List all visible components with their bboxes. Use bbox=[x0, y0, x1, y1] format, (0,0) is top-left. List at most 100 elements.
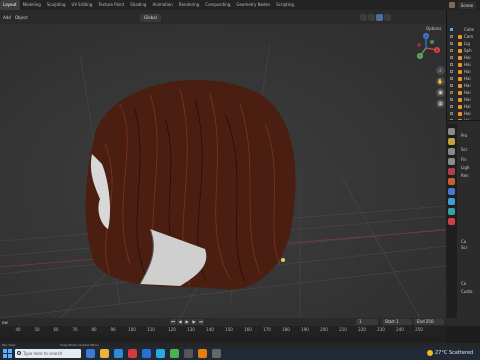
checkbox-icon[interactable] bbox=[450, 35, 453, 38]
view-layer-icon[interactable] bbox=[448, 158, 455, 165]
tab-layout[interactable]: Layout bbox=[0, 0, 20, 10]
rendered-shading-icon[interactable] bbox=[384, 14, 391, 21]
tool-icon[interactable] bbox=[448, 128, 455, 135]
frame-tick: 150 bbox=[225, 327, 233, 332]
outliner-row[interactable]: Sph bbox=[447, 47, 480, 54]
checkbox-icon[interactable] bbox=[450, 63, 453, 66]
app-icon[interactable] bbox=[156, 349, 165, 358]
outliner-row[interactable]: Hai bbox=[447, 110, 480, 117]
app-icon[interactable] bbox=[170, 349, 179, 358]
physics-icon[interactable] bbox=[448, 208, 455, 215]
checkbox-icon[interactable] bbox=[450, 98, 453, 101]
modifier-icon[interactable] bbox=[448, 188, 455, 195]
wireframe-shading-icon[interactable] bbox=[360, 14, 367, 21]
jump-start-icon[interactable]: ⏮ bbox=[170, 319, 176, 325]
timeline-ruler[interactable]: 40 50 60 70 80 90 100 110 120 130 140 15… bbox=[0, 326, 446, 334]
weather-widget[interactable]: 27°C Scattered bbox=[427, 347, 473, 360]
windows-start-icon[interactable] bbox=[3, 349, 12, 358]
object-icon bbox=[458, 63, 462, 67]
camera-view-icon[interactable]: ▣ bbox=[436, 88, 445, 97]
menu-object[interactable]: Object bbox=[15, 15, 28, 20]
app-icon[interactable] bbox=[212, 349, 221, 358]
next-key-icon[interactable]: ▶ bbox=[191, 319, 197, 325]
object-icon bbox=[458, 84, 462, 88]
tab-sculpting[interactable]: Sculpting bbox=[44, 0, 69, 10]
gizmo-neg-x-icon[interactable] bbox=[417, 43, 421, 47]
outliner-row[interactable]: Hai bbox=[447, 89, 480, 96]
solid-shading-icon[interactable] bbox=[368, 14, 375, 21]
checkbox-icon[interactable] bbox=[450, 49, 453, 52]
tab-animation[interactable]: Animation bbox=[149, 0, 175, 10]
checkbox-icon[interactable] bbox=[450, 42, 453, 45]
transform-orientation-dropdown[interactable]: Global bbox=[140, 14, 161, 22]
tab-scripting[interactable]: Scripting bbox=[273, 0, 297, 10]
frame-tick: 100 bbox=[128, 327, 136, 332]
checkbox-icon[interactable] bbox=[450, 105, 453, 108]
timeline-view-menu[interactable]: ew bbox=[2, 320, 8, 325]
hair-model[interactable] bbox=[85, 79, 296, 290]
tab-compositing[interactable]: Compositing bbox=[202, 0, 233, 10]
light-marker[interactable] bbox=[281, 258, 285, 262]
checkbox-icon[interactable] bbox=[450, 91, 453, 94]
perspective-toggle-icon[interactable]: ▦ bbox=[436, 99, 445, 108]
checkbox-icon[interactable] bbox=[450, 112, 453, 115]
particles-icon[interactable] bbox=[448, 198, 455, 205]
checkbox-icon[interactable] bbox=[450, 28, 453, 31]
material-icon[interactable] bbox=[448, 218, 455, 225]
frame-tick: 250 bbox=[415, 327, 423, 332]
checkbox-icon[interactable] bbox=[450, 84, 453, 87]
outliner-row[interactable]: Cam bbox=[447, 33, 480, 40]
zoom-icon[interactable]: ⌕ bbox=[436, 66, 445, 75]
jump-end-icon[interactable]: ⏭ bbox=[198, 319, 204, 325]
outliner-row[interactable]: Hai bbox=[447, 61, 480, 68]
timeline-area[interactable] bbox=[0, 334, 446, 343]
tab-rendering[interactable]: Rendering bbox=[176, 0, 202, 10]
edge-icon[interactable] bbox=[114, 349, 123, 358]
checkbox-icon[interactable] bbox=[450, 77, 453, 80]
end-frame-field[interactable]: End 250 bbox=[414, 319, 444, 325]
outliner-row[interactable]: Hai bbox=[447, 75, 480, 82]
play-icon[interactable]: ▶ bbox=[184, 319, 190, 325]
output-icon[interactable] bbox=[448, 148, 455, 155]
tab-shading[interactable]: Shading bbox=[127, 0, 149, 10]
outliner-row[interactable]: Hai bbox=[447, 103, 480, 110]
pan-hand-icon[interactable]: ✋ bbox=[436, 77, 445, 86]
outliner-row[interactable]: Hai bbox=[447, 82, 480, 89]
opera-icon[interactable] bbox=[128, 349, 137, 358]
file-explorer-icon[interactable] bbox=[100, 349, 109, 358]
checkbox-icon[interactable] bbox=[450, 70, 453, 73]
scene-selector[interactable]: Scene bbox=[457, 1, 476, 9]
frame-tick: 40 bbox=[15, 327, 21, 332]
material-preview-icon[interactable] bbox=[376, 14, 383, 21]
outliner-row[interactable]: Hai bbox=[447, 68, 480, 75]
tab-modeling[interactable]: Modeling bbox=[20, 0, 44, 10]
properties-tab-strip bbox=[446, 124, 457, 318]
navigation-gizmo[interactable]: X Y Z bbox=[410, 32, 442, 64]
prev-key-icon[interactable]: ◀ bbox=[177, 319, 183, 325]
taskbar-search-input[interactable]: Type here to search bbox=[15, 349, 81, 358]
outliner-row[interactable]: Lig bbox=[447, 40, 480, 47]
gizmo-neg-y-icon[interactable] bbox=[430, 40, 434, 44]
outliner-row[interactable]: Colle bbox=[447, 26, 480, 33]
blender-icon[interactable] bbox=[198, 349, 207, 358]
tab-texture-paint[interactable]: Texture Paint bbox=[95, 0, 127, 10]
scene-icon[interactable] bbox=[448, 168, 455, 175]
object-properties-icon[interactable] bbox=[448, 178, 455, 185]
render-icon[interactable] bbox=[448, 138, 455, 145]
tab-uv-editing[interactable]: UV Editing bbox=[69, 0, 96, 10]
scene-icon[interactable] bbox=[448, 2, 455, 8]
menu-add[interactable]: Add bbox=[3, 15, 11, 20]
property-label: Scr bbox=[461, 147, 468, 152]
mail-icon[interactable] bbox=[142, 349, 151, 358]
outliner-row[interactable]: Hai bbox=[447, 96, 480, 103]
3d-viewport[interactable] bbox=[0, 24, 446, 318]
options-dropdown[interactable]: Options bbox=[426, 26, 441, 31]
object-icon bbox=[458, 49, 462, 53]
app-icon[interactable] bbox=[184, 349, 193, 358]
current-frame-field[interactable]: 1 bbox=[356, 319, 378, 325]
tab-geometry-nodes[interactable]: Geometry Nodes bbox=[233, 0, 273, 10]
checkbox-icon[interactable] bbox=[450, 56, 453, 59]
outliner-row[interactable]: Hai bbox=[447, 54, 480, 61]
task-view-icon[interactable] bbox=[86, 349, 95, 358]
start-frame-field[interactable]: Start 1 bbox=[382, 319, 412, 325]
